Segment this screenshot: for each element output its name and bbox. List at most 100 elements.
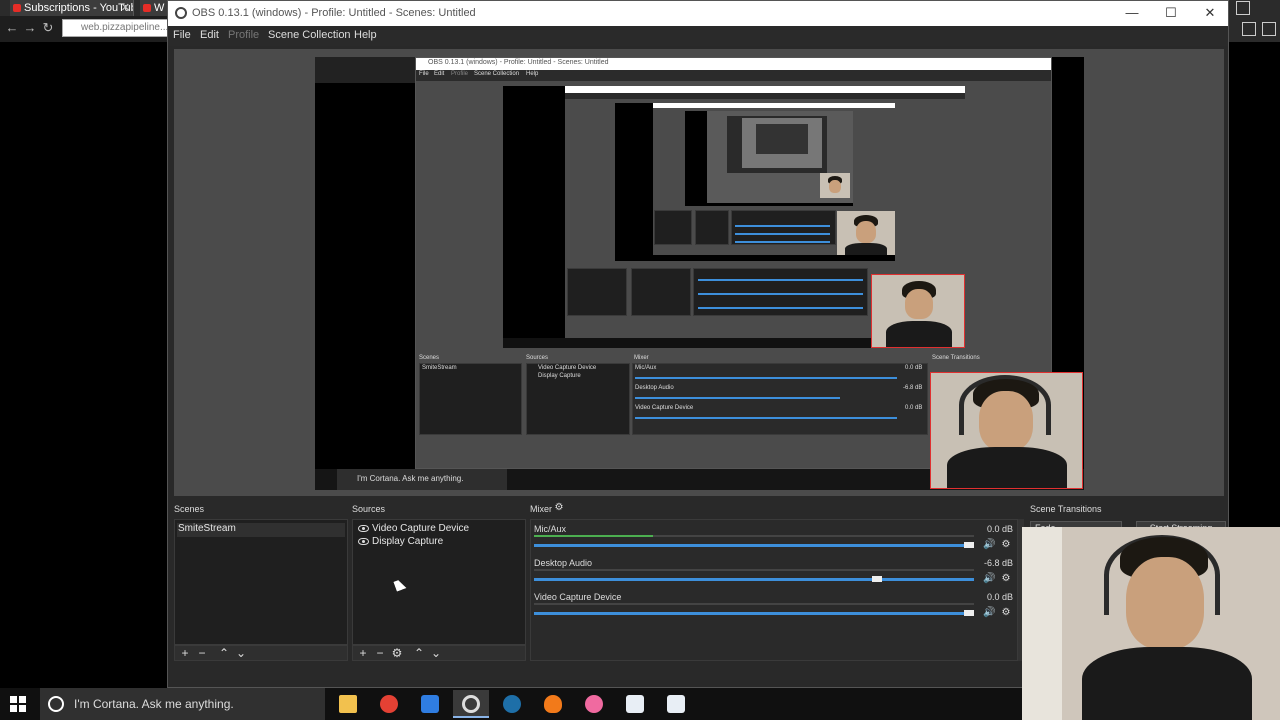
flame-app-icon[interactable] xyxy=(535,690,571,718)
volume-slider[interactable] xyxy=(534,544,974,547)
speaker-mute-icon[interactable]: 🔊 xyxy=(983,540,995,550)
move-down-icon[interactable]: ⌄ xyxy=(429,647,443,659)
add-scene-icon[interactable]: + xyxy=(178,647,192,659)
nested3-mixer-panel xyxy=(731,210,836,245)
mixer-settings-gear-icon[interactable]: ⚙ xyxy=(554,503,564,513)
back-arrow-icon[interactable]: ← xyxy=(4,20,20,36)
nested-title-bar: OBS 0.13.1 (windows) - Profile: Untitled… xyxy=(416,58,1051,70)
forward-arrow-icon[interactable]: → xyxy=(22,20,38,36)
mixer-channel-db: 0.0 dB xyxy=(986,592,1013,602)
browser-tab-label: Subscriptions - YouTube xyxy=(24,2,134,14)
obs-icon[interactable] xyxy=(453,690,489,718)
nested-browser-bar xyxy=(315,57,415,83)
speaker-mute-icon[interactable]: 🔊 xyxy=(983,574,995,584)
nested-mixer-panel: Mic/Aux 0.0 dB Desktop Audio -6.8 dB Vid… xyxy=(632,363,928,435)
browser-tab-label: W xyxy=(154,2,165,14)
channel-gear-icon[interactable]: ⚙ xyxy=(1001,608,1011,618)
address-bar[interactable]: web.pizzapipeline... xyxy=(62,19,172,37)
move-up-icon[interactable]: ⌃ xyxy=(412,647,426,659)
nested-sources-title: Sources xyxy=(526,355,549,361)
channel-gear-icon[interactable]: ⚙ xyxy=(1001,540,1011,550)
nested-menu-scene-collection: Scene Collection xyxy=(474,71,520,77)
volume-slider[interactable] xyxy=(534,612,974,615)
file-explorer-icon[interactable] xyxy=(330,690,366,718)
game-app-icon[interactable] xyxy=(617,690,653,718)
maximize-icon[interactable]: ☐ xyxy=(1161,5,1181,21)
webcam-overlay xyxy=(1022,527,1280,720)
transitions-dock-title: Scene Transitions xyxy=(1030,504,1102,514)
mixer-dock-title: Mixer xyxy=(530,504,552,514)
chrome-icon[interactable] xyxy=(371,690,407,718)
scenes-list[interactable]: SmiteStream xyxy=(174,519,348,645)
restore-icon[interactable] xyxy=(1236,1,1250,15)
scene-item-smitestream[interactable]: SmiteStream xyxy=(177,523,345,537)
add-source-icon[interactable]: + xyxy=(356,647,370,659)
window-title: OBS 0.13.1 (windows) - Profile: Untitled… xyxy=(192,7,476,19)
remove-scene-icon[interactable]: − xyxy=(195,647,209,659)
cortana-search-box[interactable]: I'm Cortana. Ask me anything. xyxy=(40,688,325,720)
nested2-sources-panel xyxy=(631,268,691,316)
nested6-obs xyxy=(742,118,822,168)
channel-gear-icon[interactable]: ⚙ xyxy=(1001,574,1011,584)
windows-start-icon[interactable] xyxy=(10,696,26,712)
sources-dock-title: Sources xyxy=(352,504,386,514)
nested-cortana-box: I'm Cortana. Ask me anything. xyxy=(337,469,507,490)
video-app-icon[interactable] xyxy=(412,690,448,718)
game-app-icon-2[interactable] xyxy=(658,690,694,718)
sources-list[interactable]: Video Capture Device Display Capture xyxy=(352,519,526,645)
menu-file[interactable]: File xyxy=(173,29,191,41)
speaker-mute-icon[interactable]: 🔊 xyxy=(983,608,995,618)
pink-circle-app-icon[interactable] xyxy=(576,690,612,718)
youtube-icon xyxy=(143,4,151,12)
nested4-obs xyxy=(707,111,853,203)
mixer-channel-db: 0.0 dB xyxy=(986,524,1013,534)
audio-meter xyxy=(534,535,974,537)
nested-mixer-channel: Video Capture Device xyxy=(635,405,694,411)
eye-visibility-icon[interactable] xyxy=(358,538,369,545)
nested-menu-profile: Profile xyxy=(451,71,469,77)
eye-visibility-icon[interactable] xyxy=(358,525,369,532)
nested3-sources-panel xyxy=(695,210,729,245)
source-item-display-capture[interactable]: Display Capture xyxy=(372,536,443,547)
move-down-icon[interactable]: ⌄ xyxy=(234,647,248,659)
obs-logo-icon xyxy=(175,7,187,19)
menu-scene-collection[interactable]: Scene Collection xyxy=(268,29,351,41)
source-item-video-capture[interactable]: Video Capture Device xyxy=(372,523,469,534)
scenes-dock-title: Scenes xyxy=(174,504,205,514)
steam-icon[interactable] xyxy=(494,690,530,718)
volume-slider-handle[interactable] xyxy=(871,576,882,582)
audio-mixer: Mic/Aux 0.0 dB 🔊 ⚙ Desktop Audio -6.8 dB… xyxy=(530,519,1018,661)
nested-cortana-text: I'm Cortana. Ask me anything. xyxy=(357,474,464,483)
sources-toolbar: + − ⚙ ⌃ ⌄ xyxy=(352,645,526,661)
menu-edit[interactable]: Edit xyxy=(200,29,219,41)
nested3-preview xyxy=(685,111,853,206)
nested2-title-bar xyxy=(565,86,965,93)
volume-slider-handle[interactable] xyxy=(964,610,974,616)
mixer-channel-db: -6.8 dB xyxy=(983,558,1013,568)
reload-icon[interactable]: ↻ xyxy=(40,20,56,36)
volume-slider[interactable] xyxy=(534,578,974,581)
source-properties-gear-icon[interactable]: ⚙ xyxy=(390,647,404,659)
nested-transitions-title: Scene Transitions xyxy=(932,355,980,361)
browser-tab-2[interactable]: W xyxy=(140,0,170,16)
cast-icon[interactable] xyxy=(1262,22,1276,36)
nested2-menu-bar xyxy=(565,93,965,99)
cortana-ring-icon xyxy=(48,696,64,712)
nested3-obs xyxy=(653,103,895,255)
title-bar: OBS 0.13.1 (windows) - Profile: Untitled… xyxy=(168,1,1228,26)
extension-icon[interactable] xyxy=(1242,22,1256,36)
menu-profile[interactable]: Profile xyxy=(228,29,259,41)
move-up-icon[interactable]: ⌃ xyxy=(217,647,231,659)
nested-mixer-channel: Desktop Audio xyxy=(635,385,674,391)
nested-source-item: Video Capture Device xyxy=(538,365,597,371)
minimize-icon[interactable]: — xyxy=(1122,5,1142,21)
remove-source-icon[interactable]: − xyxy=(373,647,387,659)
menu-help[interactable]: Help xyxy=(354,29,377,41)
nested2-mixer-panel xyxy=(693,268,868,316)
close-icon[interactable]: ✕ xyxy=(1200,5,1220,21)
mixer-channel-name: Video Capture Device xyxy=(534,592,622,602)
mixer-channel-name: Mic/Aux xyxy=(534,524,567,534)
volume-slider-handle[interactable] xyxy=(964,542,974,548)
close-tab-icon[interactable]: ✕ xyxy=(121,0,130,16)
browser-tab-subscriptions[interactable]: Subscriptions - YouTube ✕ xyxy=(10,0,134,16)
